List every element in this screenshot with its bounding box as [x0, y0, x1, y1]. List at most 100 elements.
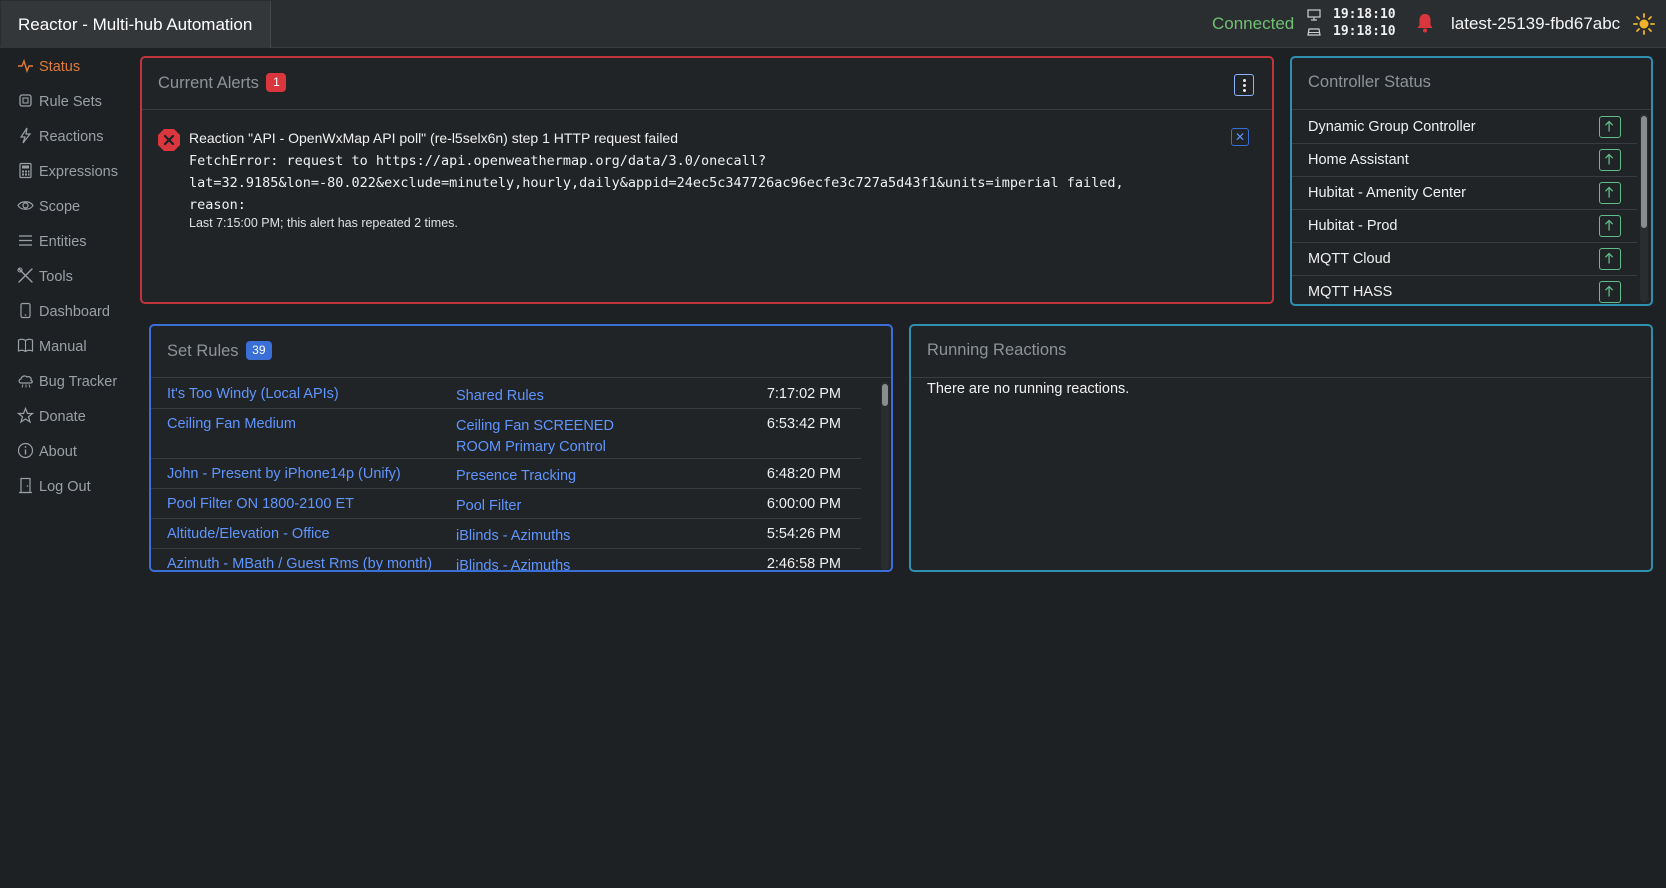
table-row: Altitude/Elevation - Office iBlinds - Az…	[151, 519, 861, 549]
panel-title: Set Rules 39	[167, 341, 272, 361]
arrow-up-icon	[1605, 153, 1614, 165]
rule-time: 6:00:00 PM	[766, 496, 841, 512]
sidebar-item-dashboard[interactable]: Dashboard	[17, 301, 110, 323]
alerts-count-badge: 1	[266, 73, 287, 92]
scrollbar-thumb[interactable]	[1641, 116, 1647, 228]
panel-header: Controller Status	[1292, 58, 1651, 110]
sidebar-item-scope[interactable]: Scope	[17, 196, 80, 218]
book-icon	[17, 338, 34, 353]
arrow-up-icon	[1605, 120, 1614, 132]
rule-name-link[interactable]: Ceiling Fan Medium	[167, 416, 296, 432]
controller-scrollbar[interactable]	[1640, 114, 1648, 302]
sidebar-item-label: Reactions	[39, 129, 104, 145]
sidebar-item-label: Status	[39, 59, 81, 75]
error-icon	[158, 129, 180, 151]
rule-time: 6:48:20 PM	[766, 466, 841, 482]
panel-title: Current Alerts 1	[158, 73, 287, 93]
controller-up-button[interactable]	[1599, 182, 1621, 204]
table-row: Pool Filter ON 1800-2100 ET Pool Filter …	[151, 489, 861, 519]
controller-name: MQTT Cloud	[1308, 251, 1391, 267]
sun-icon[interactable]	[1633, 13, 1655, 35]
panel-header: Current Alerts 1	[142, 58, 1272, 110]
sidebar-item-reactions[interactable]: Reactions	[17, 126, 103, 148]
ruleset-link[interactable]: iBlinds - Azimuths	[456, 526, 656, 547]
controller-up-button[interactable]	[1599, 215, 1621, 237]
client-clock: 19:18:10	[1333, 7, 1396, 22]
controller-row: Hubitat - Prod	[1292, 210, 1637, 243]
server-icon	[1307, 28, 1321, 36]
controller-name: Dynamic Group Controller	[1308, 119, 1476, 135]
app-title[interactable]: Reactor - Multi-hub Automation	[1, 1, 271, 48]
sidebar-item-entities[interactable]: Entities	[17, 231, 87, 253]
panel-header: Set Rules 39	[151, 326, 891, 378]
controller-row: Home Assistant	[1292, 144, 1637, 177]
controller-list: Dynamic Group Controller Home Assistant …	[1292, 111, 1637, 304]
controller-name: Hubitat - Amenity Center	[1308, 185, 1466, 201]
controller-row: Hubitat - Amenity Center	[1292, 177, 1637, 210]
set-rules-list: It's Too Windy (Local APIs) Shared Rules…	[151, 379, 881, 570]
ruleset-link[interactable]: Ceiling Fan SCREENED ROOM Primary Contro…	[456, 416, 656, 458]
chip-icon	[19, 94, 32, 107]
tools-icon	[17, 267, 33, 283]
info-icon	[17, 442, 34, 459]
activity-icon	[18, 58, 33, 74]
calculator-icon	[19, 162, 32, 179]
sidebar: Status Rule Sets Reactions Expressions S…	[0, 48, 140, 888]
controller-up-button[interactable]	[1599, 116, 1621, 138]
sidebar-item-label: Log Out	[39, 479, 91, 495]
set-rules-scrollbar[interactable]	[881, 382, 889, 570]
table-row: Ceiling Fan Medium Ceiling Fan SCREENED …	[151, 409, 861, 459]
scrollbar-thumb[interactable]	[882, 384, 888, 406]
sidebar-item-label: Donate	[39, 409, 86, 425]
sidebar-item-bug-tracker[interactable]: Bug Tracker	[17, 371, 117, 393]
sidebar-item-expressions[interactable]: Expressions	[17, 161, 118, 183]
bell-icon[interactable]	[1416, 13, 1434, 33]
controller-name: Home Assistant	[1308, 152, 1409, 168]
sidebar-item-rule-sets[interactable]: Rule Sets	[17, 91, 102, 113]
eye-icon	[17, 201, 34, 210]
sidebar-item-donate[interactable]: Donate	[17, 406, 86, 428]
panel-header: Running Reactions	[911, 326, 1651, 378]
rule-time: 5:54:26 PM	[766, 526, 841, 542]
sidebar-item-manual[interactable]: Manual	[17, 336, 87, 358]
controller-up-button[interactable]	[1599, 149, 1621, 171]
sidebar-item-tools[interactable]: Tools	[17, 266, 73, 288]
rule-name-link[interactable]: Azimuth - MBath / Guest Rms (by month)	[167, 556, 432, 570]
sidebar-item-label: Dashboard	[39, 304, 110, 320]
rule-name-link[interactable]: It's Too Windy (Local APIs)	[167, 386, 339, 402]
dismiss-alert-button[interactable]: ✕	[1231, 128, 1249, 146]
rule-name-link[interactable]: Altitude/Elevation - Office	[167, 526, 330, 542]
sidebar-item-log-out[interactable]: Log Out	[17, 476, 91, 498]
sidebar-item-label: Tools	[39, 269, 73, 285]
rule-name-link[interactable]: Pool Filter ON 1800-2100 ET	[167, 496, 354, 512]
clock-display: 19:18:10 19:18:10	[1307, 7, 1407, 43]
ruleset-link[interactable]: Shared Rules	[456, 386, 656, 407]
ruleset-link[interactable]: iBlinds - Azimuths	[456, 556, 656, 570]
controller-row: MQTT HASS	[1292, 276, 1637, 304]
sidebar-item-label: Entities	[39, 234, 87, 250]
door-icon	[19, 477, 32, 494]
arrow-up-icon	[1605, 252, 1614, 264]
controller-up-button[interactable]	[1599, 281, 1621, 303]
rule-time: 7:17:02 PM	[766, 386, 841, 402]
cloud-bug-icon	[18, 375, 33, 388]
alert-footer: Last 7:15:00 PM; this alert has repeated…	[189, 216, 458, 230]
controller-row: MQTT Cloud	[1292, 243, 1637, 276]
tablet-icon	[20, 302, 31, 319]
ruleset-link[interactable]: Pool Filter	[456, 496, 656, 517]
sidebar-item-label: Scope	[39, 199, 81, 215]
controller-up-button[interactable]	[1599, 248, 1621, 270]
controller-status-panel: Controller Status Dynamic Group Controll…	[1290, 56, 1653, 306]
list-icon	[19, 235, 32, 246]
sidebar-item-label: Manual	[39, 339, 87, 355]
sidebar-item-about[interactable]: About	[17, 441, 77, 463]
table-row: Azimuth - MBath / Guest Rms (by month) i…	[151, 549, 861, 570]
set-rules-panel: Set Rules 39 It's Too Windy (Local APIs)…	[149, 324, 893, 572]
sidebar-item-status[interactable]: Status	[17, 56, 80, 78]
rule-name-link[interactable]: John - Present by iPhone14p (Unify)	[167, 466, 401, 482]
ruleset-link[interactable]: Presence Tracking	[456, 466, 656, 487]
star-icon	[17, 407, 34, 424]
controller-name: Hubitat - Prod	[1308, 218, 1398, 234]
monitor-icon	[1307, 9, 1321, 21]
more-options-button[interactable]	[1234, 74, 1254, 96]
